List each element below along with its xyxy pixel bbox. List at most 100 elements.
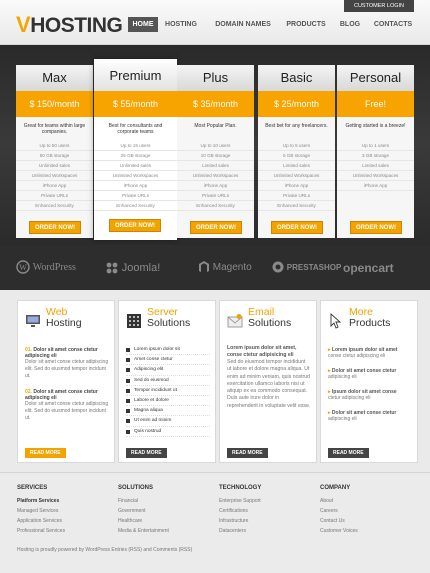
list-item[interactable]: Ut enim ad minim xyxy=(126,416,210,427)
read-more-button[interactable]: READ MORE xyxy=(25,448,66,458)
news-body: Dolor sit amet conse ctetur adipiscing e… xyxy=(25,401,109,421)
prestashop-icon xyxy=(272,261,284,273)
order-now-button[interactable]: ORDER NOW! xyxy=(271,221,323,234)
box-title-main: Hosting xyxy=(46,317,82,329)
plan-price: $ 35/month xyxy=(177,91,254,117)
magento-logo[interactable]: Magento xyxy=(198,260,252,276)
nav-domain-names[interactable]: DOMAIN NAMES xyxy=(212,17,274,32)
list-item[interactable]: Adipiscing elit xyxy=(126,365,210,376)
box-title: Web Hosting xyxy=(46,307,82,329)
plan-feature: Enhanced Security xyxy=(16,201,93,211)
email-heading: Lorem ipsum dolor sit amet, conse ctetur… xyxy=(227,345,297,358)
plan-features: Up to 10 users 10 GB storage Limited sal… xyxy=(177,141,254,211)
nav-blog[interactable]: BLOG xyxy=(336,17,364,32)
list-item-body: ctetur adipiscing eli xyxy=(328,395,371,401)
plan-feature: 3 GB storage xyxy=(337,151,414,161)
plan-feature: Unlimited Workspaces xyxy=(337,171,414,181)
footer-col-title: SERVICES xyxy=(17,485,48,491)
plan-description: Best bet for any freelancers. xyxy=(265,123,328,129)
logo[interactable]: VHOSTING xyxy=(16,12,123,37)
nav-hosting[interactable]: HOSTING xyxy=(162,17,200,32)
read-more-button[interactable]: READ MORE xyxy=(328,448,369,458)
footer-link[interactable]: Healthcare xyxy=(118,516,208,526)
footer-link[interactable]: Application Services xyxy=(17,516,107,526)
list-item[interactable]: ▸ Ipsum dolor sit amet conse ctetur adipi… xyxy=(328,389,412,401)
plan-feature: 10 GB storage xyxy=(177,151,254,161)
nav-home[interactable]: HOME xyxy=(128,17,158,32)
footer-link[interactable]: Careers xyxy=(320,506,410,516)
order-now-button[interactable]: ORDER NOW! xyxy=(190,221,242,234)
plan-feature: Limited sales xyxy=(258,161,335,171)
nav-contacts[interactable]: CONTACTS xyxy=(372,17,414,32)
plan-feature: iPhone App xyxy=(177,181,254,191)
news-title-text: Dolor sit amet conse ctetur adipiscing e… xyxy=(25,347,98,359)
news-list: 01. Dolor sit amet conse ctetur adipisci… xyxy=(25,347,109,431)
news-title[interactable]: 01. Dolor sit amet conse ctetur adipisci… xyxy=(25,347,109,359)
box-title-main: Solutions xyxy=(248,317,292,329)
order-now-button[interactable]: ORDER NOW! xyxy=(29,221,81,234)
nav-products[interactable]: PRODUCTS xyxy=(284,17,328,32)
plan-feature: Unlimited Workspaces xyxy=(177,171,254,181)
wordpress-label: WordPress xyxy=(32,262,76,273)
news-body: Dolor sit amet conse ctetur adipiscing e… xyxy=(25,359,109,379)
read-more-button[interactable]: READ MORE xyxy=(126,448,167,458)
envelope-icon xyxy=(227,314,243,328)
footer-link[interactable]: Datacenters xyxy=(219,526,309,536)
box-web-hosting: Web Hosting 01. Dolor sit amet conse ctet… xyxy=(17,300,115,463)
list-item[interactable]: Tempor incididunt ut xyxy=(126,386,210,396)
box-title: Email Solutions xyxy=(248,307,291,329)
plan-feature: Up to 15 users xyxy=(94,141,177,151)
plan-feature: Up to 10 users xyxy=(177,141,254,151)
customer-login-button[interactable]: CUSTOMER LOGIN xyxy=(344,0,414,12)
opencart-label: opencart xyxy=(343,261,394,275)
footer-link[interactable]: Certifications xyxy=(219,506,309,516)
joomla-logo[interactable]: Joomla! xyxy=(105,260,160,276)
magento-label: Magento xyxy=(212,262,252,273)
list-item[interactable]: ▸ Dolor sit amet conse ctetur adipiscing … xyxy=(328,368,412,380)
footer-link[interactable]: Financial xyxy=(118,496,208,506)
plan-price: $ 150/month xyxy=(16,91,93,117)
list-item[interactable]: Quis nostrud xyxy=(126,427,210,437)
plan-feature: Enhanced Security xyxy=(177,201,254,211)
copyright: Hosting is proudly powered by WordPress … xyxy=(17,547,193,553)
plan-feature: Private URLs xyxy=(177,191,254,201)
footer-link[interactable]: Professional Services xyxy=(17,526,107,536)
prestashop-logo[interactable]: PRESTASHOP xyxy=(272,260,341,276)
wordpress-icon: W xyxy=(16,260,30,275)
list-item[interactable]: Lorem ipsum dolor sit xyxy=(126,345,210,356)
prestashop-label: PRESTASHOP xyxy=(286,263,342,272)
cursor-icon xyxy=(330,313,342,329)
plan-feature: Up to 50 users xyxy=(16,141,93,151)
footer-link[interactable]: Platform Services xyxy=(17,496,107,506)
plan-feature: Up to 1 users xyxy=(337,141,414,151)
list-item[interactable]: Labore et dolore xyxy=(126,396,210,407)
list-item[interactable]: Amet conse ctetur xyxy=(126,355,210,366)
plan-max: Max $ 150/month Great for teams within l… xyxy=(16,65,93,238)
footer-link[interactable]: About xyxy=(320,496,410,506)
box-server-solutions: Server Solutions Lorem ipsum dolor sit Am… xyxy=(118,300,216,463)
news-title[interactable]: 02. Dolor sit amet conse ctetur adipisci… xyxy=(25,389,109,401)
list-item[interactable]: Magna aliqua xyxy=(126,406,210,417)
plan-plus: Plus $ 35/month Most Popular Plan. Up to… xyxy=(177,65,254,238)
footer-link[interactable]: Contact Us xyxy=(320,516,410,526)
bullet-list: Lorem ipsum dolor sit Amet conse ctetur … xyxy=(126,345,210,437)
wordpress-logo[interactable]: W WordPress xyxy=(16,260,76,276)
footer-link[interactable]: Managed Services xyxy=(17,506,107,516)
order-now-button[interactable]: ORDER NOW! xyxy=(350,221,402,234)
opencart-logo[interactable]: opencart xyxy=(343,260,394,276)
footer-link[interactable]: Enterprise Support xyxy=(219,496,309,506)
list-item[interactable]: ▸ Lorem ipsum dolor sit amet conse ctetur… xyxy=(328,347,412,359)
footer-col-solutions: SOLUTIONS Financial Government Healthcar… xyxy=(118,485,208,536)
list-item[interactable]: Sed do eiusmod xyxy=(126,376,210,386)
footer: SERVICES Platform Services Managed Servi… xyxy=(0,472,430,573)
read-more-button[interactable]: READ MORE xyxy=(227,448,268,458)
box-title-main: Products xyxy=(349,317,391,329)
footer-link[interactable]: Infrastructure xyxy=(219,516,309,526)
footer-link[interactable]: Media & Entertainment xyxy=(118,526,208,536)
plan-description: Getting started is a breeze! xyxy=(345,123,406,129)
order-now-button[interactable]: ORDER NOW! xyxy=(109,219,161,232)
list-item[interactable]: ▸ Dolor sit amet conse ctetur adipiscing … xyxy=(328,410,412,422)
footer-link[interactable]: Government xyxy=(118,506,208,516)
logo-mark: V xyxy=(16,12,31,37)
footer-link[interactable]: Customer Voices xyxy=(320,526,410,536)
